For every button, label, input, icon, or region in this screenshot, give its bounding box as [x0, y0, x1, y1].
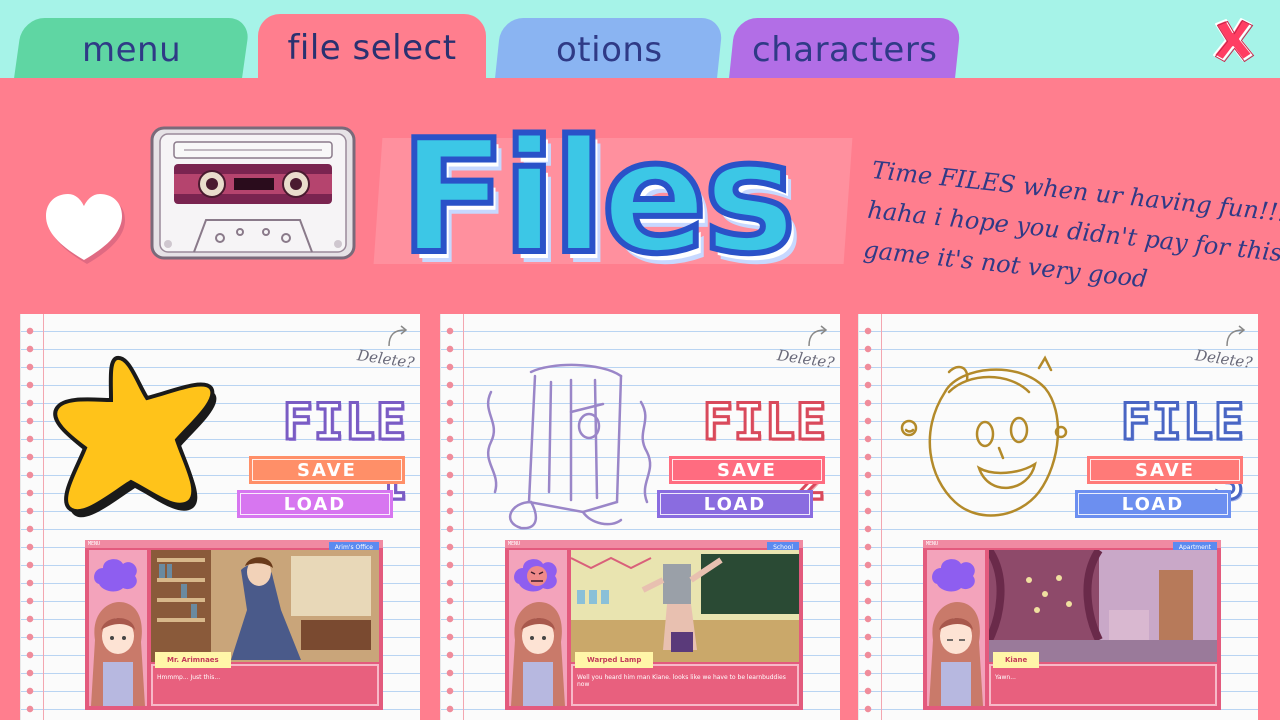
page-title: Files: [397, 103, 799, 291]
tab-characters[interactable]: characters: [728, 18, 962, 82]
heart-icon: [46, 194, 125, 264]
thought-cloud-icon: [932, 559, 975, 592]
angry-face-cloud: [514, 559, 557, 592]
tab-characters-label: characters: [752, 30, 938, 70]
tab-options[interactable]: otions: [494, 18, 724, 82]
save-preview-2: MENU School Warped Lamp Well you heard h…: [505, 540, 803, 710]
files-title-area: Files: [373, 96, 853, 296]
kiane-face-sketch: [900, 355, 1068, 517]
file-slot-1[interactable]: Delete? FILE 1 SAVE LOAD MENU Arim's Off…: [20, 314, 420, 720]
save-button-file-1[interactable]: SAVE: [249, 456, 405, 484]
apartment-scene: [989, 550, 1217, 662]
warped-lamp-sketch: [486, 363, 652, 530]
preview-menu: MENU: [508, 541, 521, 547]
preview-menu: MENU: [926, 541, 939, 547]
curved-arrow-icon: [808, 325, 828, 347]
thought-cloud-icon: [94, 559, 137, 592]
preview-dialog: Well you heard him man Kiane. looks like…: [577, 674, 786, 688]
kiane-portrait: [91, 602, 145, 706]
notebook-holes: [863, 322, 873, 720]
preview-speaker: Mr. Arimnaes: [155, 652, 231, 668]
tab-file-select[interactable]: file select: [258, 14, 486, 82]
tab-file-select-label: file select: [287, 28, 457, 68]
save-button-file-2[interactable]: SAVE: [669, 456, 825, 484]
load-button-file-3[interactable]: LOAD: [1075, 490, 1231, 518]
tab-options-label: otions: [555, 30, 663, 70]
kiane-portrait: [929, 602, 983, 706]
notebook-holes: [25, 322, 35, 720]
preview-speaker: Warped Lamp: [575, 652, 654, 668]
load-button-file-1[interactable]: LOAD: [237, 490, 393, 518]
tab-menu[interactable]: menu: [13, 18, 251, 82]
notebook-holes: [445, 322, 455, 720]
tab-menu-label: menu: [82, 30, 182, 70]
cassette-tape-icon: [150, 126, 356, 260]
classroom-scene: [571, 550, 799, 662]
file-slot-3[interactable]: Delete? FILE 3 SAVE LOAD MENU Apartment: [858, 314, 1258, 720]
preview-dialog: Yawn...: [995, 674, 1016, 681]
office-scene: [151, 550, 379, 662]
save-preview-3: MENU Apartment Kiane Yawn...: [923, 540, 1221, 710]
preview-speaker: Kiane: [993, 652, 1040, 668]
save-preview-1: MENU Arim's Office Mr. Arimnaes Hmmmp...…: [85, 540, 383, 710]
yellow-star-icon: [53, 356, 217, 518]
tab-bar: menu otions characters: [0, 0, 1280, 82]
curved-arrow-icon: [1226, 325, 1246, 347]
x-close-icon[interactable]: [1208, 14, 1258, 64]
load-button-file-2[interactable]: LOAD: [657, 490, 813, 518]
kiane-portrait: [511, 602, 565, 706]
save-button-file-3[interactable]: SAVE: [1087, 456, 1243, 484]
file-slot-2[interactable]: Delete? FILE 2 SAVE LOAD MENU School: [440, 314, 840, 720]
preview-menu: MENU: [88, 541, 101, 547]
preview-dialog: Hmmmp... Just this...: [157, 674, 221, 681]
curved-arrow-icon: [388, 325, 408, 347]
